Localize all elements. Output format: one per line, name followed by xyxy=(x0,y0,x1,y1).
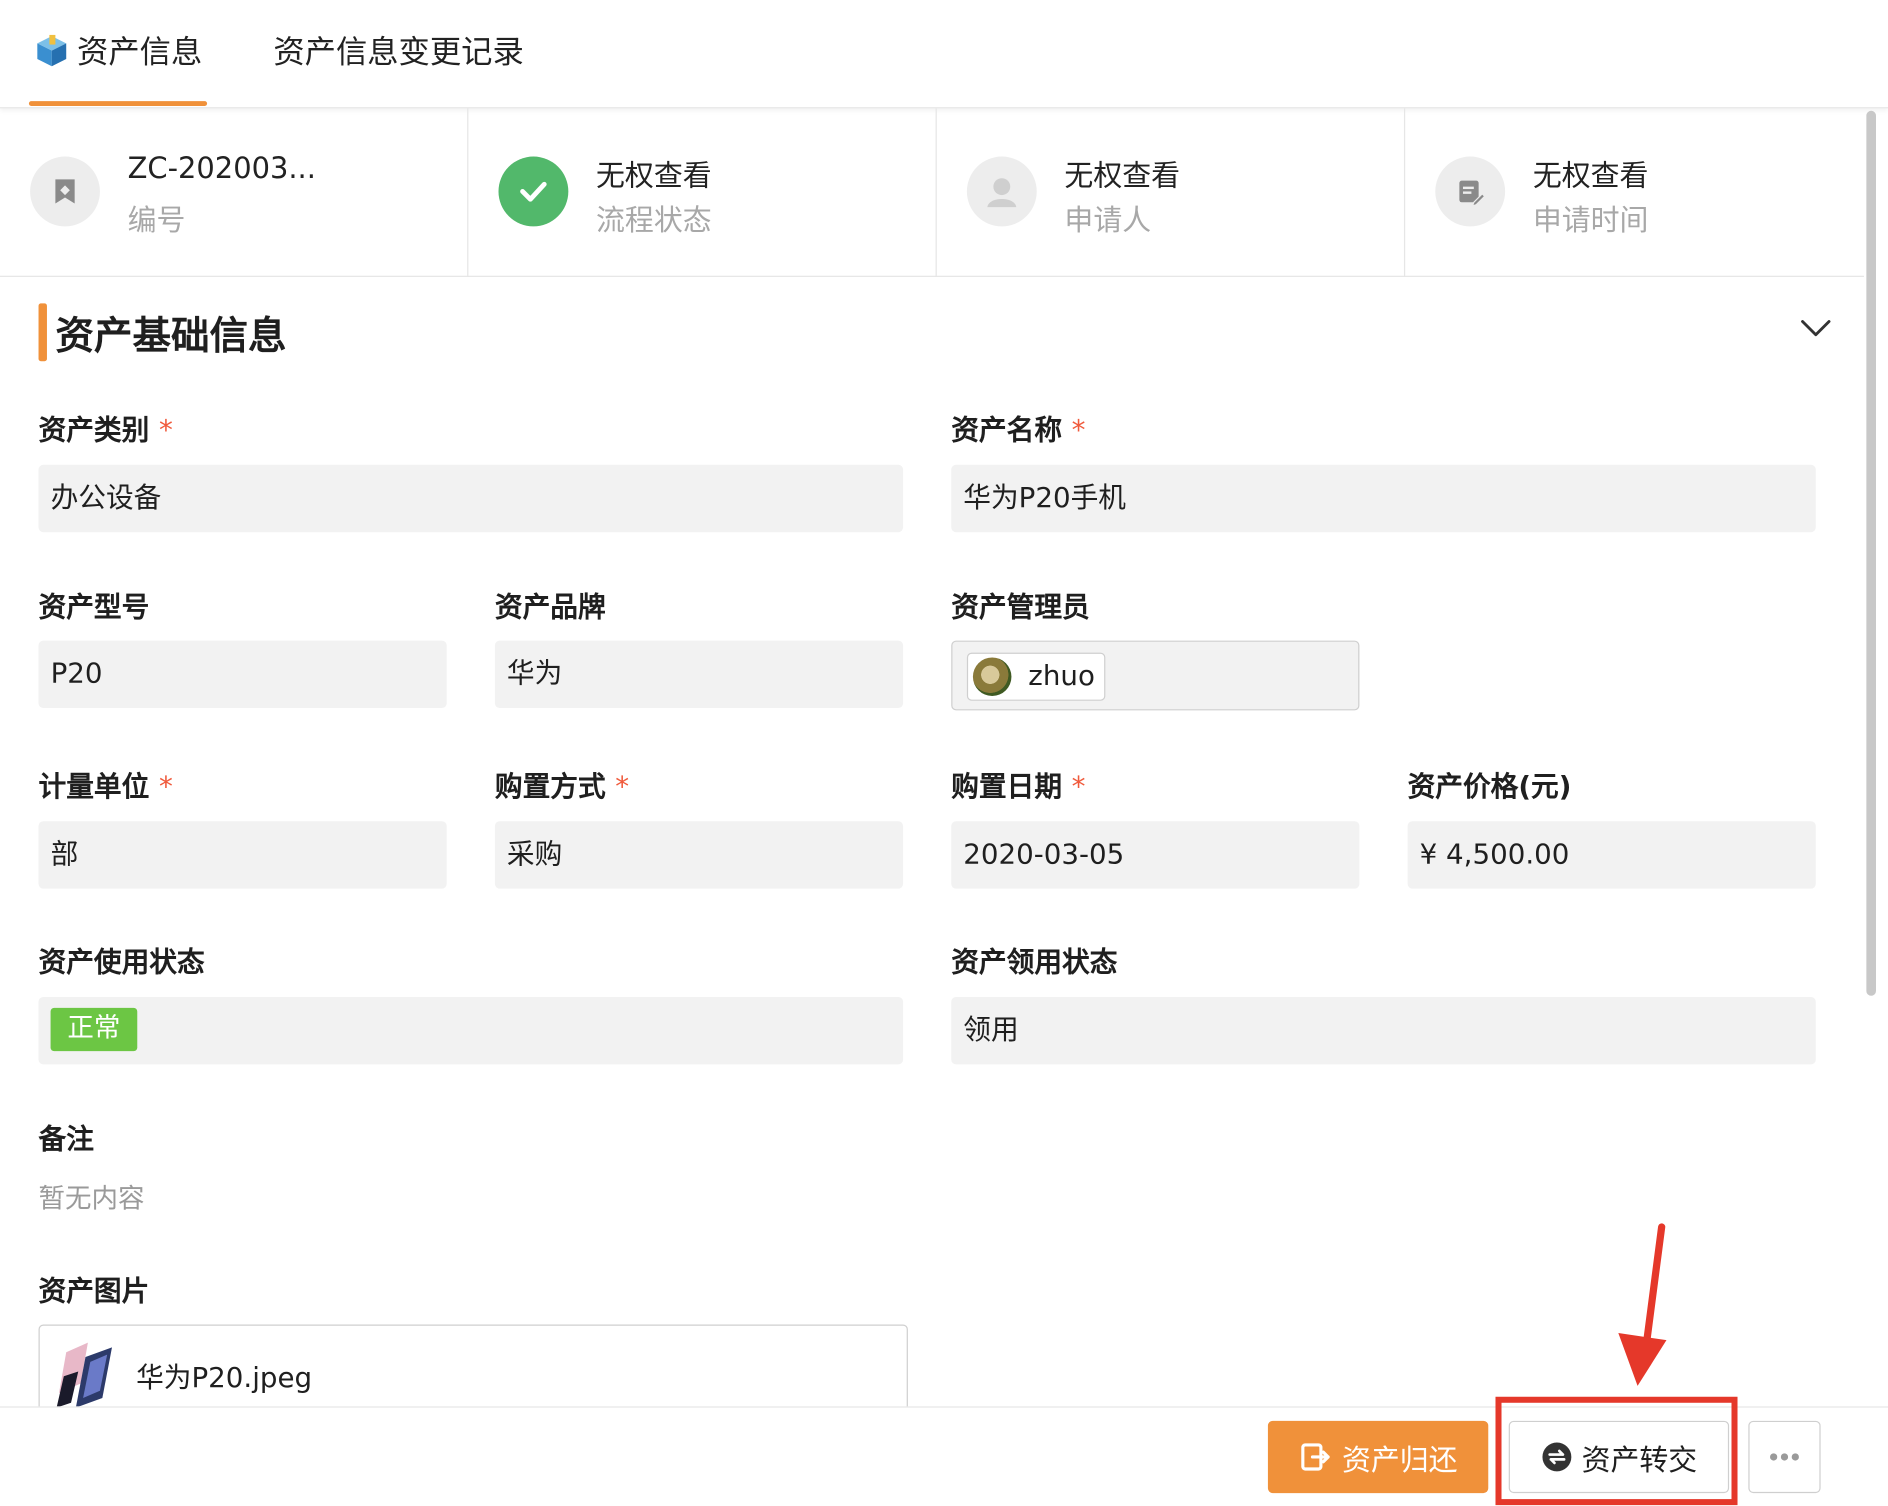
manager-label: 资产管理员 xyxy=(951,592,1090,624)
use-status-field: 正常 xyxy=(38,996,904,1065)
check-circle-icon xyxy=(498,156,569,227)
remark-value: 暂无内容 xyxy=(38,1184,145,1215)
summary-number-label: 编号 xyxy=(127,203,186,238)
brand-label: 资产品牌 xyxy=(494,592,606,624)
use-status-label: 资产使用状态 xyxy=(38,947,205,979)
summary-apply-time-value: 无权查看 xyxy=(1532,158,1649,193)
exit-icon xyxy=(1300,1443,1330,1471)
brand-field: 华为 xyxy=(494,640,904,709)
category-label: 资产类别 * xyxy=(38,415,173,447)
summary-flow-status: 无权查看 流程状态 xyxy=(468,108,937,277)
tab-asset-info[interactable]: 资产信息 xyxy=(28,26,208,106)
required-mark: * xyxy=(158,415,173,447)
summary-applicant: 无权查看 申请人 xyxy=(937,108,1406,277)
summary-flow-status-label: 流程状态 xyxy=(596,203,712,238)
remark-label: 备注 xyxy=(38,1124,94,1156)
purchase-date-field: 2020-03-05 xyxy=(951,821,1360,889)
claim-status-label: 资产领用状态 xyxy=(951,947,1118,979)
tag-icon xyxy=(30,156,100,227)
required-mark: * xyxy=(158,771,173,804)
tab-change-log[interactable]: 资产信息变更记录 xyxy=(273,26,523,79)
edit-note-icon xyxy=(1435,156,1506,227)
purchase-method-label: 购置方式 * xyxy=(494,771,630,804)
name-field: 华为P20手机 xyxy=(951,464,1816,533)
summary-flow-status-value: 无权查看 xyxy=(596,158,712,193)
tab-change-log-label: 资产信息变更记录 xyxy=(273,34,524,72)
box-icon xyxy=(37,34,67,67)
model-label: 资产型号 xyxy=(38,592,150,624)
status-badge: 正常 xyxy=(50,1007,138,1052)
scrollbar[interactable] xyxy=(1866,110,1876,996)
chevron-down-icon[interactable] xyxy=(1799,311,1833,345)
avatar xyxy=(972,657,1012,696)
summary-applicant-value: 无权查看 xyxy=(1064,158,1181,193)
annotation-highlight-box xyxy=(1495,1396,1738,1506)
section-title: 资产基础信息 xyxy=(55,313,287,359)
return-asset-label: 资产归还 xyxy=(1341,1443,1458,1477)
member-chip[interactable]: zhuo xyxy=(966,652,1106,701)
purchase-date-label: 购置日期 * xyxy=(951,771,1086,804)
price-field: ¥ 4,500.00 xyxy=(1407,821,1816,889)
summary-apply-time: 无权查看 申请时间 xyxy=(1405,108,1873,277)
category-field: 办公设备 xyxy=(38,464,904,533)
unit-field: 部 xyxy=(38,821,447,889)
manager-field: zhuo xyxy=(951,640,1360,711)
claim-status-field: 领用 xyxy=(951,996,1816,1065)
more-button[interactable] xyxy=(1748,1420,1821,1494)
user-icon xyxy=(966,156,1037,227)
required-mark: * xyxy=(615,771,630,804)
more-dots-icon xyxy=(1770,1453,1799,1461)
model-field: P20 xyxy=(38,640,447,709)
summary-applicant-label: 申请人 xyxy=(1064,203,1152,238)
summary-number-value: ZC-202003... xyxy=(127,151,316,186)
summary-apply-time-label: 申请时间 xyxy=(1532,203,1649,238)
tab-bar: 资产信息 资产信息变更记录 xyxy=(0,0,1888,109)
required-mark: * xyxy=(1071,771,1086,804)
summary-strip: ZC-202003... 编号 无权查看 流程状态 无权查看 申请人 无权查看 … xyxy=(0,108,1864,277)
summary-number: ZC-202003... 编号 xyxy=(0,108,469,277)
images-label: 资产图片 xyxy=(38,1276,150,1308)
tab-asset-info-label: 资产信息 xyxy=(77,34,203,72)
member-name: zhuo xyxy=(1028,661,1095,693)
unit-label: 计量单位 * xyxy=(38,771,173,804)
price-label: 资产价格(元) xyxy=(1407,771,1572,804)
return-asset-button[interactable]: 资产归还 xyxy=(1267,1420,1489,1494)
section-accent-bar xyxy=(38,303,47,362)
image-thumbnail xyxy=(54,1340,122,1411)
purchase-method-field: 采购 xyxy=(494,821,904,889)
name-label: 资产名称 * xyxy=(951,415,1086,447)
annotation-arrow-icon xyxy=(1618,1223,1667,1386)
required-mark: * xyxy=(1071,415,1086,447)
image-file-name: 华为P20.jpeg xyxy=(136,1363,313,1395)
